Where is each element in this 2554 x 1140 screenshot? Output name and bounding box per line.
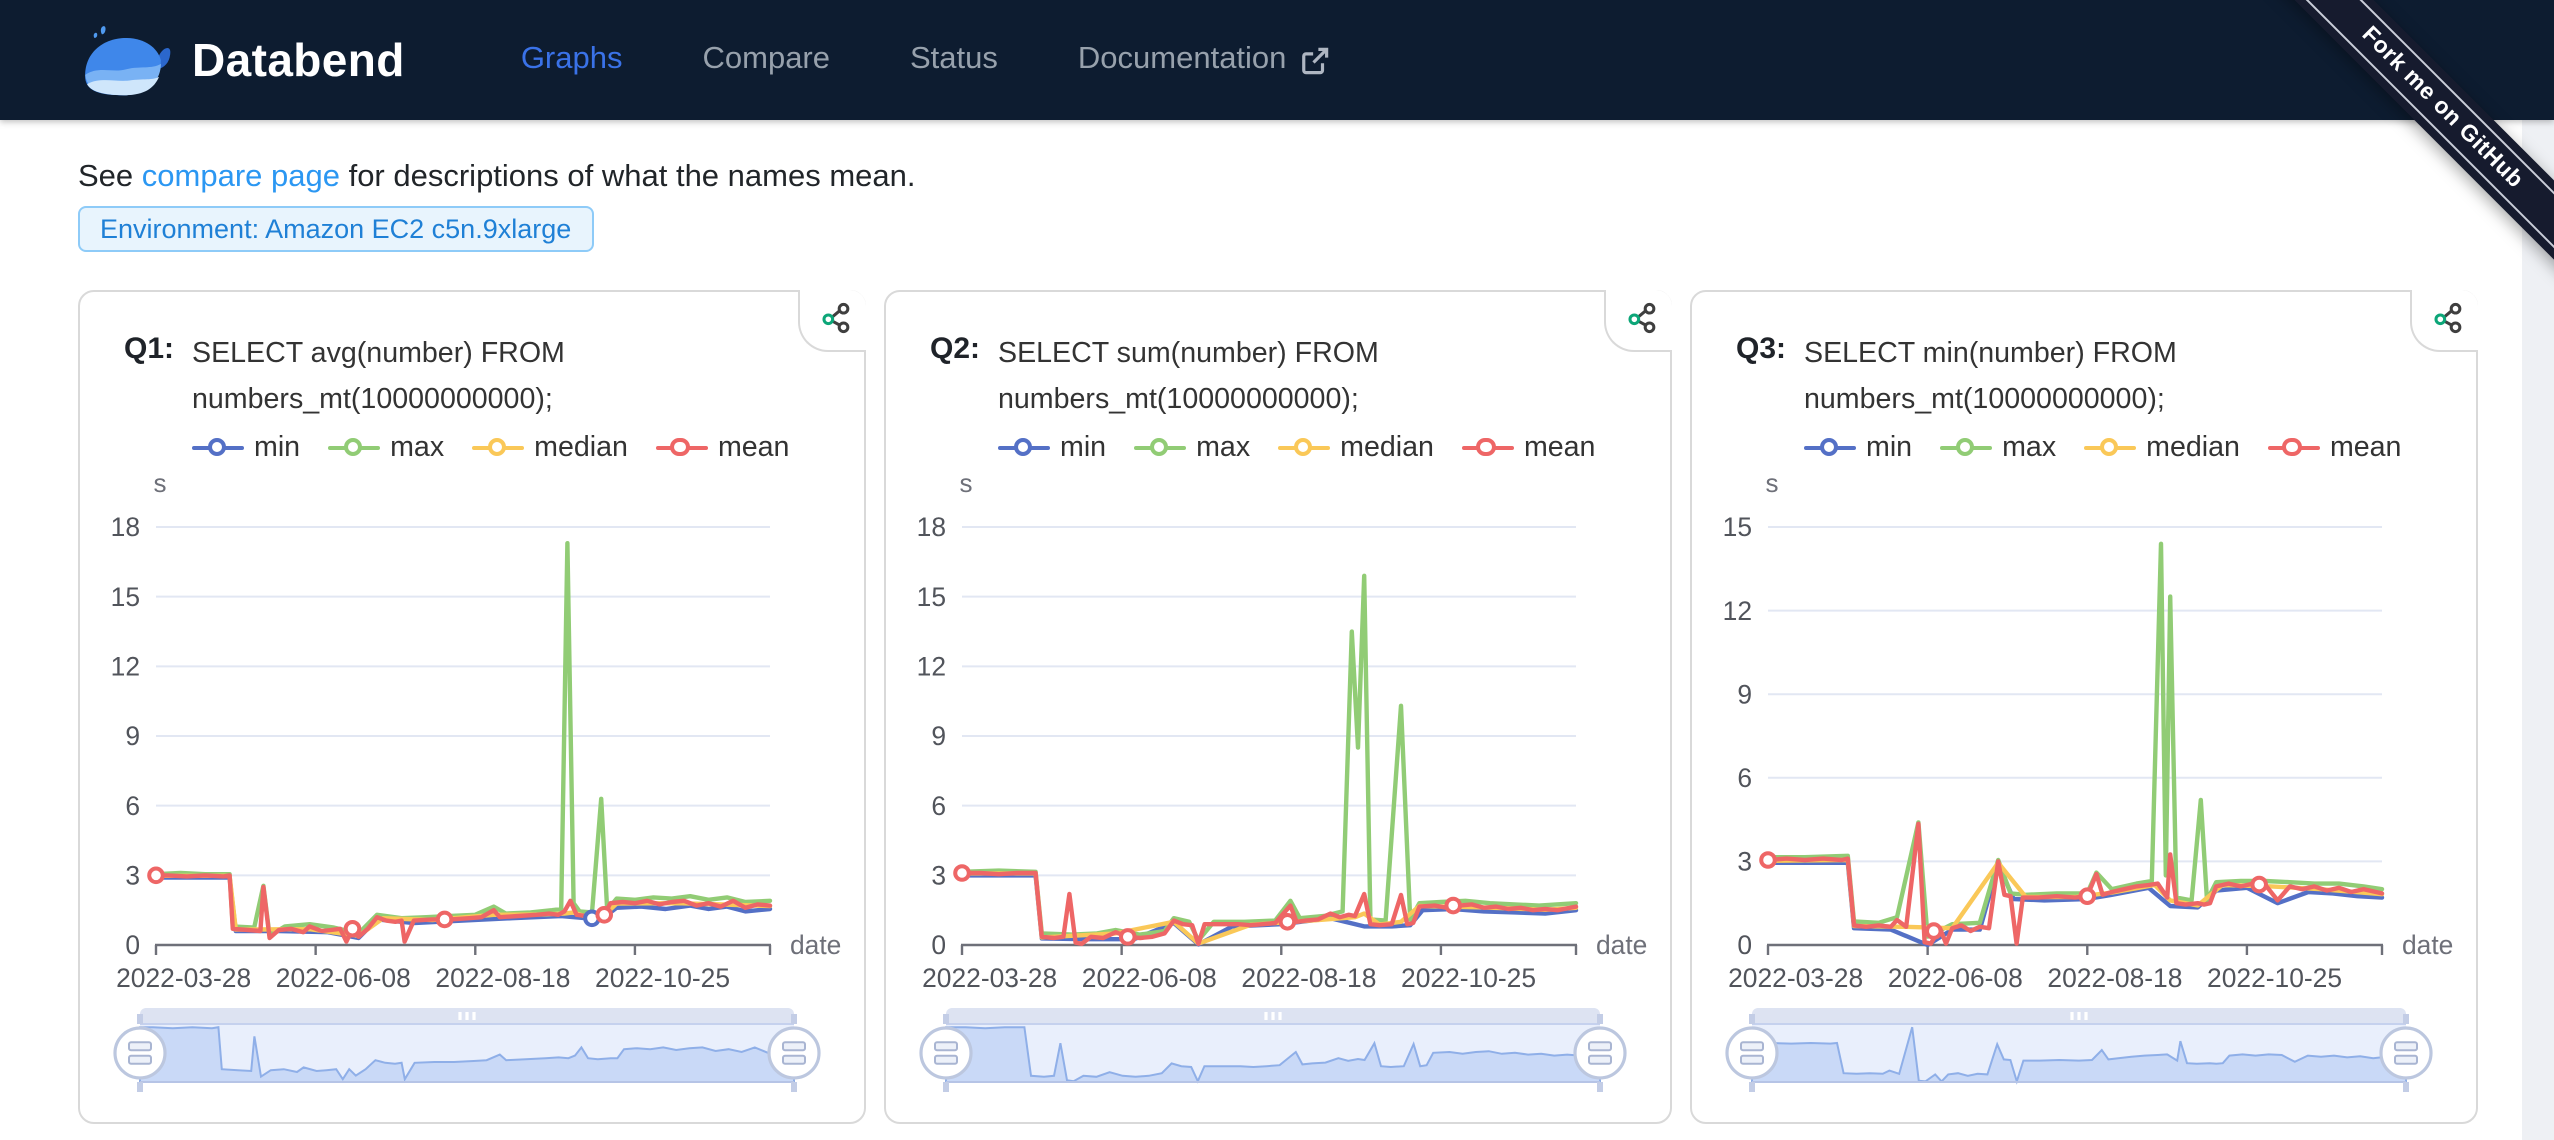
brand-logo[interactable]: Databend xyxy=(76,16,405,104)
data-point-marker[interactable] xyxy=(438,913,452,927)
nav-link-graphs[interactable]: Graphs xyxy=(521,42,623,78)
x-tick-label: 2022-06-08 xyxy=(1888,963,2023,993)
y-tick-label: 9 xyxy=(931,721,946,751)
y-axis-unit: s xyxy=(960,468,973,498)
y-tick-label: 9 xyxy=(1737,679,1752,709)
intro-text: See compare page for descriptions of wha… xyxy=(78,160,916,196)
y-tick-label: 3 xyxy=(931,861,946,891)
data-point-marker[interactable] xyxy=(1446,899,1460,913)
series-line-max[interactable] xyxy=(1768,544,2382,937)
series-line-min[interactable] xyxy=(1768,863,2382,945)
q2-line-chart[interactable]: 0 3 6 9 12 15 18 s 2022-03-28 2022-06-08 2022-08-1… xyxy=(886,292,1674,1126)
datazoom-grip xyxy=(2077,1012,2080,1020)
share-nodes-icon xyxy=(1625,301,1657,333)
q3-line-chart[interactable]: 0 3 6 9 12 15 s 2022-03-28 2022-06-08 2022-08-18 2… xyxy=(1692,292,2480,1126)
intro-suffix: for descriptions of what the names mean. xyxy=(340,160,916,194)
environment-badge: Environment: Amazon EC2 c5n.9xlarge xyxy=(78,206,593,252)
navbar: Databend Graphs Compare Status Documenta… xyxy=(0,0,2554,120)
chart-card-q2: Q2: SELECT sum(number) FROM numbers_mt(1… xyxy=(884,290,1672,1124)
y-tick-label: 6 xyxy=(931,791,946,821)
share-button[interactable] xyxy=(1604,290,1672,352)
y-tick-label: 6 xyxy=(1737,763,1752,793)
series-line-max[interactable] xyxy=(156,543,770,936)
datazoom-grip xyxy=(2084,1012,2087,1020)
x-axis-label: date xyxy=(2402,930,2453,960)
datazoom-grip xyxy=(1264,1012,1267,1020)
nav-link-compare[interactable]: Compare xyxy=(703,42,831,78)
x-tick-label: 2022-03-28 xyxy=(922,963,1057,993)
x-tick-label: 2022-08-18 xyxy=(2047,963,2182,993)
share-button[interactable] xyxy=(2410,290,2478,352)
data-point-marker[interactable] xyxy=(955,866,969,880)
datazoom-grip xyxy=(1271,1012,1274,1020)
datazoom-grip xyxy=(465,1012,468,1020)
chart-card-q3: Q3: SELECT min(number) FROM numbers_mt(1… xyxy=(1690,290,2478,1124)
y-axis-unit: s xyxy=(1766,468,1779,498)
x-tick-label: 2022-08-18 xyxy=(435,963,570,993)
share-button[interactable] xyxy=(798,290,866,352)
nav-link-documentation-label: Documentation xyxy=(1078,42,1287,78)
y-tick-label: 15 xyxy=(1723,512,1752,542)
x-tick-label: 2022-03-28 xyxy=(116,963,251,993)
brand-name: Databend xyxy=(192,33,405,87)
y-tick-label: 12 xyxy=(111,652,140,682)
data-point-marker[interactable] xyxy=(1121,930,1135,944)
x-tick-label: 2022-06-08 xyxy=(1082,963,1217,993)
chart-card-q1: Q1: SELECT avg(number) FROM numbers_mt(1… xyxy=(78,290,866,1124)
y-tick-label: 15 xyxy=(111,582,140,612)
x-tick-label: 2022-10-25 xyxy=(2207,963,2342,993)
datazoom-grip xyxy=(2070,1012,2073,1020)
page: Databend Graphs Compare Status Documenta… xyxy=(0,0,2554,1140)
x-tick-label: 2022-08-18 xyxy=(1241,963,1376,993)
data-point-marker[interactable] xyxy=(1281,915,1295,929)
scrollbar-track[interactable] xyxy=(2522,120,2554,1140)
y-tick-label: 12 xyxy=(917,652,946,682)
y-axis-unit: s xyxy=(154,468,167,498)
y-tick-label: 15 xyxy=(917,582,946,612)
share-nodes-icon xyxy=(819,301,851,333)
datazoom-grip xyxy=(1278,1012,1281,1020)
y-tick-label: 0 xyxy=(931,930,946,960)
chart-cards-row: Q1: SELECT avg(number) FROM numbers_mt(1… xyxy=(78,290,2478,1124)
q1-line-chart[interactable]: 0 3 6 9 12 15 18 s 2022-03-28 2022-06-08 2022-08-1… xyxy=(80,292,868,1126)
y-tick-label: 18 xyxy=(111,512,140,542)
y-tick-label: 12 xyxy=(1723,596,1752,626)
x-axis-label: date xyxy=(1596,930,1647,960)
external-link-icon xyxy=(1300,45,1330,75)
nav-link-status[interactable]: Status xyxy=(910,42,998,78)
x-tick-label: 2022-10-25 xyxy=(1401,963,1536,993)
y-tick-label: 3 xyxy=(125,861,140,891)
data-point-marker[interactable] xyxy=(2080,889,2094,903)
y-tick-label: 18 xyxy=(917,512,946,542)
datazoom-grip xyxy=(472,1012,475,1020)
whale-logo-icon xyxy=(76,20,172,104)
data-point-marker[interactable] xyxy=(597,908,611,922)
y-tick-label: 0 xyxy=(125,930,140,960)
x-axis-label: date xyxy=(790,930,841,960)
nav-links: Graphs Compare Status Documentation xyxy=(521,42,1331,78)
data-point-marker[interactable] xyxy=(2252,878,2266,892)
intro-prefix: See xyxy=(78,160,142,194)
y-tick-label: 0 xyxy=(1737,930,1752,960)
x-tick-label: 2022-06-08 xyxy=(276,963,411,993)
x-tick-label: 2022-10-25 xyxy=(595,963,730,993)
compare-page-link[interactable]: compare page xyxy=(142,160,340,194)
y-tick-label: 3 xyxy=(1737,847,1752,877)
x-tick-label: 2022-03-28 xyxy=(1728,963,1863,993)
y-tick-label: 9 xyxy=(125,721,140,751)
data-point-marker[interactable] xyxy=(149,869,163,883)
datazoom-grip xyxy=(458,1012,461,1020)
share-nodes-icon xyxy=(2431,301,2463,333)
series-line-max[interactable] xyxy=(962,576,1576,941)
nav-link-documentation[interactable]: Documentation xyxy=(1078,42,1331,78)
y-tick-label: 6 xyxy=(125,791,140,821)
data-point-marker[interactable] xyxy=(1927,924,1941,938)
data-point-marker[interactable] xyxy=(346,922,360,936)
data-point-marker[interactable] xyxy=(1761,853,1775,867)
